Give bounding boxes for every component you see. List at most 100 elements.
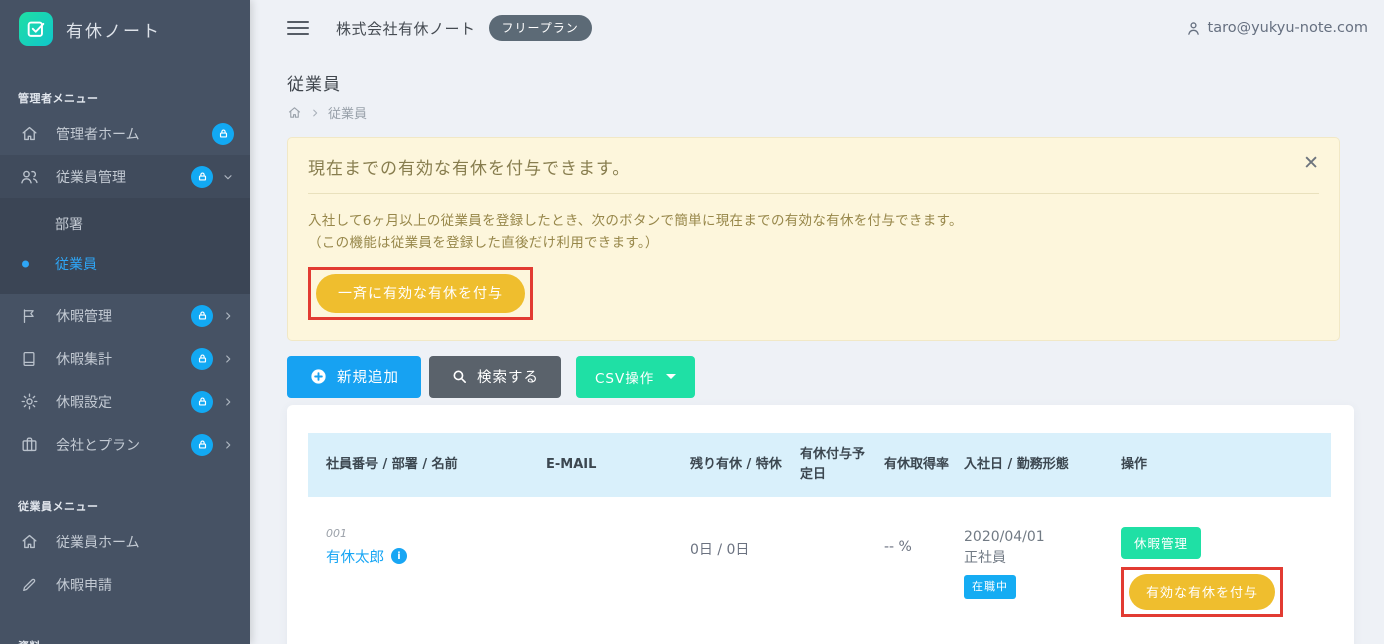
table-row: 001 有休太郎 i 0日 / 0日	[308, 497, 1331, 617]
lock-icon	[191, 391, 213, 413]
column-header-grant-schedule: 有休付与予定日	[800, 445, 884, 484]
annotation-highlight-box: 有効な有休を付与	[1121, 567, 1283, 617]
plus-circle-icon	[309, 367, 328, 386]
employee-table: 社員番号 / 部署 / 名前 E-MAIL 残り有休 / 特休 有休付与予定日 …	[308, 433, 1331, 617]
search-button[interactable]: 検索する	[429, 356, 561, 398]
sidebar-item-label: 会社とプラン	[56, 435, 185, 455]
home-breadcrumb-icon[interactable]	[287, 105, 302, 120]
chevron-down-icon	[222, 171, 234, 183]
column-header-employee: 社員番号 / 部署 / 名前	[308, 455, 546, 475]
sidebar-item-label: 休暇申請	[56, 575, 234, 595]
grant-notice-panel: 現在までの有効な有休を付与できます。 ✕ 入社して6ヶ月以上の従業員を登録したと…	[287, 137, 1340, 341]
close-icon[interactable]: ✕	[1303, 154, 1319, 173]
table-header-row: 社員番号 / 部署 / 名前 E-MAIL 残り有休 / 特休 有休付与予定日 …	[308, 433, 1331, 497]
lock-icon	[191, 434, 213, 456]
column-header-remaining: 残り有休 / 特休	[690, 455, 800, 475]
topbar: 株式会社有休ノート フリープラン taro@yukyu-note.com	[250, 0, 1384, 56]
sidebar-item-leave-settings[interactable]: 休暇設定	[0, 380, 250, 423]
column-header-email: E-MAIL	[546, 455, 690, 475]
content: 従業員 従業員 現在までの有効な有休を付与できます。 ✕ 入社して6ヶ月以上の従…	[250, 56, 1384, 644]
employee-table-card: 社員番号 / 部署 / 名前 E-MAIL 残り有休 / 特休 有休付与予定日 …	[287, 405, 1354, 644]
chevron-right-icon	[222, 353, 234, 365]
column-header-usage-rate: 有休取得率	[884, 455, 964, 475]
sidebar-item-employee-home[interactable]: 従業員ホーム	[0, 520, 250, 563]
home-icon	[18, 124, 40, 143]
sidebar-item-employee-mgmt[interactable]: 従業員管理	[0, 155, 250, 198]
add-new-button[interactable]: 新規追加	[287, 356, 421, 398]
sidebar-item-admin-home[interactable]: 管理者ホーム	[0, 112, 250, 155]
employment-type-value: 正社員	[964, 548, 1113, 570]
flag-icon	[18, 307, 40, 325]
sidebar-item-leave-request[interactable]: 休暇申請	[0, 563, 250, 606]
breadcrumb-separator-icon	[310, 108, 320, 118]
brand[interactable]: 有休ノート	[0, 0, 250, 58]
column-header-hire-date: 入社日 / 勤務形態	[964, 455, 1121, 475]
column-header-actions: 操作	[1121, 455, 1311, 475]
briefcase-icon	[18, 435, 40, 454]
chevron-right-icon	[222, 396, 234, 408]
user-email: taro@yukyu-note.com	[1208, 20, 1368, 36]
breadcrumb-current: 従業員	[328, 103, 367, 122]
pencil-icon	[18, 576, 40, 594]
info-icon[interactable]: i	[391, 548, 407, 564]
home-icon	[18, 532, 40, 551]
remaining-leave-cell: 0日 / 0日	[690, 527, 800, 559]
employee-cell: 001 有休太郎 i	[308, 527, 546, 567]
sidebar-item-company-plan[interactable]: 会社とプラン	[0, 423, 250, 466]
user-menu[interactable]: taro@yukyu-note.com	[1185, 20, 1368, 37]
sidebar-item-departments[interactable]: 部署	[0, 204, 250, 244]
annotation-highlight-box: 一斉に有効な有休を付与	[308, 267, 533, 320]
actions-cell: 休暇管理 有効な有休を付与	[1121, 527, 1311, 617]
plan-badge: フリープラン	[489, 15, 592, 41]
leave-management-button[interactable]: 休暇管理	[1121, 527, 1201, 559]
users-icon	[18, 167, 40, 187]
company-name: 株式会社有休ノート	[336, 18, 476, 39]
notice-body-line2: （この機能は従業員を登録した直後だけ利用できます。）	[308, 232, 1319, 254]
sidebar-item-label: 休暇管理	[56, 306, 185, 326]
notice-title: 現在までの有効な有休を付与できます。	[308, 154, 1319, 179]
sidebar-item-label: 従業員管理	[56, 167, 185, 187]
sidebar-item-label: 休暇設定	[56, 392, 185, 412]
sidebar-item-label: 従業員	[55, 254, 234, 274]
search-icon	[451, 368, 468, 385]
csv-label: CSV操作	[595, 367, 654, 387]
notice-divider	[308, 193, 1319, 194]
add-new-label: 新規追加	[337, 366, 399, 387]
hamburger-menu-icon[interactable]	[287, 17, 309, 39]
sidebar-submenu-employee-mgmt: 部署 従業員	[0, 198, 250, 294]
hire-date-value: 2020/04/01	[964, 527, 1113, 549]
bulk-grant-leave-button[interactable]: 一斉に有効な有休を付与	[316, 274, 525, 313]
employee-name-link[interactable]: 有休太郎 i	[326, 546, 538, 567]
search-label: 検索する	[477, 366, 539, 387]
breadcrumb: 従業員	[287, 103, 1354, 122]
sidebar-section-admin: 管理者メニュー	[0, 90, 250, 106]
grant-valid-leave-button[interactable]: 有効な有休を付与	[1129, 574, 1275, 610]
person-icon	[1185, 20, 1202, 37]
main-area: 株式会社有休ノート フリープラン taro@yukyu-note.com 従業員…	[250, 0, 1384, 644]
employee-name: 有休太郎	[326, 546, 384, 567]
lock-icon	[191, 348, 213, 370]
gear-icon	[18, 392, 40, 411]
caret-down-icon	[666, 374, 676, 379]
book-icon	[18, 350, 40, 368]
csv-operations-button[interactable]: CSV操作	[576, 356, 695, 398]
chevron-right-icon	[222, 439, 234, 451]
sidebar-item-leave-summary[interactable]: 休暇集計	[0, 337, 250, 380]
sidebar-item-leave-mgmt[interactable]: 休暇管理	[0, 294, 250, 337]
hire-date-cell: 2020/04/01 正社員 在職中	[964, 527, 1121, 599]
chevron-right-icon	[222, 310, 234, 322]
page-title: 従業員	[287, 70, 1354, 95]
usage-rate-cell: -- %	[884, 527, 964, 555]
sidebar-item-label: 休暇集計	[56, 349, 185, 369]
active-bullet-icon	[22, 261, 29, 268]
lock-icon	[212, 123, 234, 145]
toolbar: 新規追加 検索する CSV操作	[287, 356, 1354, 398]
notice-body-line1: 入社して6ヶ月以上の従業員を登録したとき、次のボタンで簡単に現在までの有効な有休…	[308, 210, 1319, 232]
lock-icon	[191, 166, 213, 188]
sidebar-section-docs: 資料	[0, 638, 250, 644]
sidebar-item-label: 従業員ホーム	[56, 532, 234, 552]
sidebar-item-label: 部署	[55, 214, 234, 234]
sidebar: 有休ノート 管理者メニュー 管理者ホーム 従業員管理 部署 従業員	[0, 0, 250, 644]
sidebar-item-label: 管理者ホーム	[56, 124, 206, 144]
sidebar-item-employees[interactable]: 従業員	[0, 244, 250, 284]
